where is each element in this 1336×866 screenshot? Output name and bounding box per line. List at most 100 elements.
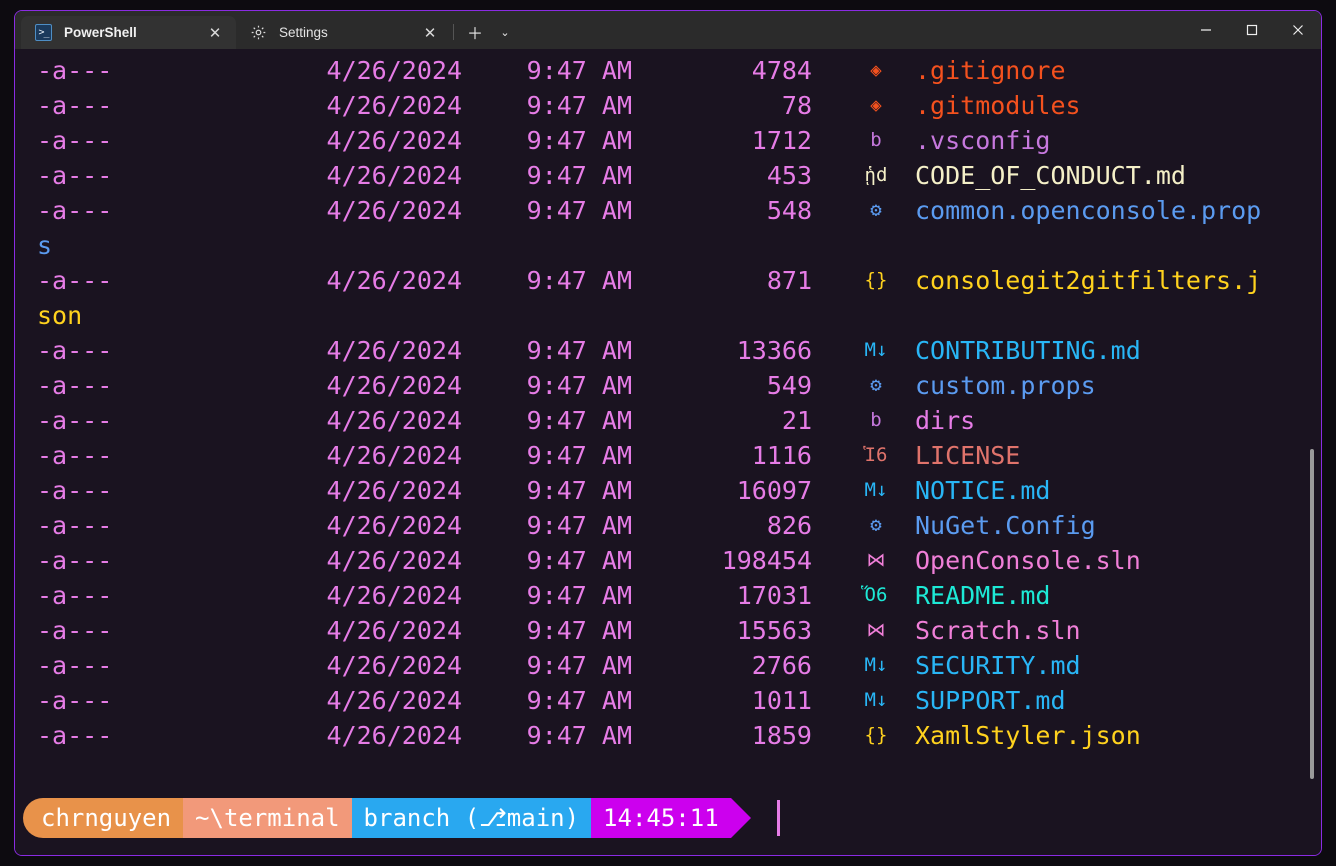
prompt-segment-0: chrnguyen (23, 798, 183, 838)
file-size: 4784 (652, 53, 812, 88)
prompt-end-chevron (731, 798, 755, 838)
file-size: 16097 (652, 473, 812, 508)
tab-powershell-label: PowerShell (64, 25, 202, 40)
file-size: 826 (652, 508, 812, 543)
tab-settings-close-icon[interactable]: ✕ (417, 20, 443, 46)
file-date: 4/26/2024 (262, 543, 462, 578)
file-name: OpenConsole.sln (915, 543, 1141, 578)
file-size: 1116 (652, 438, 812, 473)
file-name: CODE_OF_CONDUCT.md (915, 158, 1186, 193)
new-tab-button[interactable]: ＋ (460, 17, 490, 47)
file-size: 2766 (652, 648, 812, 683)
file-mode: -a--- (37, 508, 112, 543)
prompt-segment-2: branch (⎇main) (352, 798, 592, 838)
file-row: -a---4/26/20249:47 AM17031Ὅ6README.md (15, 578, 1321, 613)
file-row: -a---4/26/20249:47 AM15563⋈Scratch.sln (15, 613, 1321, 648)
markdown-icon: M↓ (860, 473, 892, 508)
text-cursor (777, 800, 780, 836)
file-mode: -a--- (37, 543, 112, 578)
file-row: -a---4/26/20249:47 AM1712὜b.vsconfig (15, 123, 1321, 158)
terminal-window: >_ PowerShell ✕ Settings ✕ ＋ ⌄ (14, 10, 1322, 856)
file-mode: -a--- (37, 333, 112, 368)
file-size: 1011 (652, 683, 812, 718)
file-icon: ὜b (860, 403, 892, 438)
file-time: 9:47 AM (482, 648, 632, 683)
readme-icon: Ὅ6 (860, 578, 892, 613)
terminal-pane[interactable]: -a---4/26/20249:47 AM4784◈.gitignore-a--… (15, 49, 1321, 855)
file-time: 9:47 AM (482, 403, 632, 438)
chevron-down-icon[interactable]: ⌄ (490, 17, 520, 47)
prompt-line: chrnguyen~\terminalbranch (⎇main)14:45:1… (15, 797, 780, 839)
git-icon: ◈ (860, 88, 892, 123)
license-icon: Ἱ6 (860, 438, 892, 473)
file-name: LICENSE (915, 438, 1020, 473)
tab-strip: >_ PowerShell ✕ Settings ✕ ＋ ⌄ (15, 11, 520, 49)
file-row: -a---4/26/20249:47 AM1859{}XamlStyler.js… (15, 718, 1321, 753)
file-time: 9:47 AM (482, 123, 632, 158)
file-name: NuGet.Config (915, 508, 1096, 543)
gear-icon: ⚙ (860, 508, 892, 543)
file-time: 9:47 AM (482, 543, 632, 578)
file-time: 9:47 AM (482, 578, 632, 613)
maximize-button[interactable] (1229, 11, 1275, 49)
file-mode: -a--- (37, 473, 112, 508)
handshake-icon: ᾑd (860, 158, 892, 193)
file-row: -a---4/26/20249:47 AM1011M↓SUPPORT.md (15, 683, 1321, 718)
file-row: -a---4/26/20249:47 AM2766M↓SECURITY.md (15, 648, 1321, 683)
file-mode: -a--- (37, 123, 112, 158)
file-date: 4/26/2024 (262, 473, 462, 508)
file-name: NOTICE.md (915, 473, 1050, 508)
scrollbar-track[interactable] (1309, 49, 1317, 855)
file-mode: -a--- (37, 718, 112, 753)
file-date: 4/26/2024 (262, 403, 462, 438)
file-date: 4/26/2024 (262, 123, 462, 158)
file-size: 549 (652, 368, 812, 403)
file-size: 453 (652, 158, 812, 193)
scrollbar-thumb[interactable] (1310, 449, 1314, 779)
file-time: 9:47 AM (482, 613, 632, 648)
file-row: -a---4/26/20249:47 AM1116Ἱ6LICENSE (15, 438, 1321, 473)
file-row: -a---4/26/20249:47 AM13366M↓CONTRIBUTING… (15, 333, 1321, 368)
file-name: XamlStyler.json (915, 718, 1141, 753)
gear-icon (250, 24, 267, 41)
file-date: 4/26/2024 (262, 88, 462, 123)
gear-icon: ⚙ (860, 193, 892, 228)
file-name-wrapped: s (37, 228, 52, 263)
file-mode: -a--- (37, 648, 112, 683)
tab-settings-label: Settings (279, 25, 417, 40)
file-date: 4/26/2024 (262, 578, 462, 613)
file-date: 4/26/2024 (262, 263, 462, 298)
file-time: 9:47 AM (482, 158, 632, 193)
file-size: 1859 (652, 718, 812, 753)
tab-powershell[interactable]: >_ PowerShell ✕ (21, 16, 236, 49)
file-date: 4/26/2024 (262, 438, 462, 473)
file-name: consolegit2gitfilters.j (915, 263, 1261, 298)
file-name: Scratch.sln (915, 613, 1081, 648)
file-size: 548 (652, 193, 812, 228)
file-mode: -a--- (37, 578, 112, 613)
file-time: 9:47 AM (482, 88, 632, 123)
solution-icon: ⋈ (860, 613, 892, 648)
file-time: 9:47 AM (482, 438, 632, 473)
file-date: 4/26/2024 (262, 648, 462, 683)
file-name: .gitignore (915, 53, 1066, 88)
file-time: 9:47 AM (482, 193, 632, 228)
file-date: 4/26/2024 (262, 718, 462, 753)
tab-powershell-close-icon[interactable]: ✕ (202, 20, 228, 46)
file-row: -a---4/26/20249:47 AM4784◈.gitignore (15, 53, 1321, 88)
tab-settings[interactable]: Settings ✕ (236, 16, 451, 49)
file-time: 9:47 AM (482, 368, 632, 403)
file-size: 78 (652, 88, 812, 123)
file-date: 4/26/2024 (262, 158, 462, 193)
file-name: CONTRIBUTING.md (915, 333, 1141, 368)
close-button[interactable] (1275, 11, 1321, 49)
file-name: SECURITY.md (915, 648, 1081, 683)
file-mode: -a--- (37, 53, 112, 88)
file-name: README.md (915, 578, 1050, 613)
minimize-button[interactable] (1183, 11, 1229, 49)
file-icon: ὜b (860, 123, 892, 158)
file-time: 9:47 AM (482, 263, 632, 298)
file-date: 4/26/2024 (262, 613, 462, 648)
powerline-prompt: chrnguyen~\terminalbranch (⎇main)14:45:1… (23, 798, 755, 838)
solution-icon: ⋈ (860, 543, 892, 578)
